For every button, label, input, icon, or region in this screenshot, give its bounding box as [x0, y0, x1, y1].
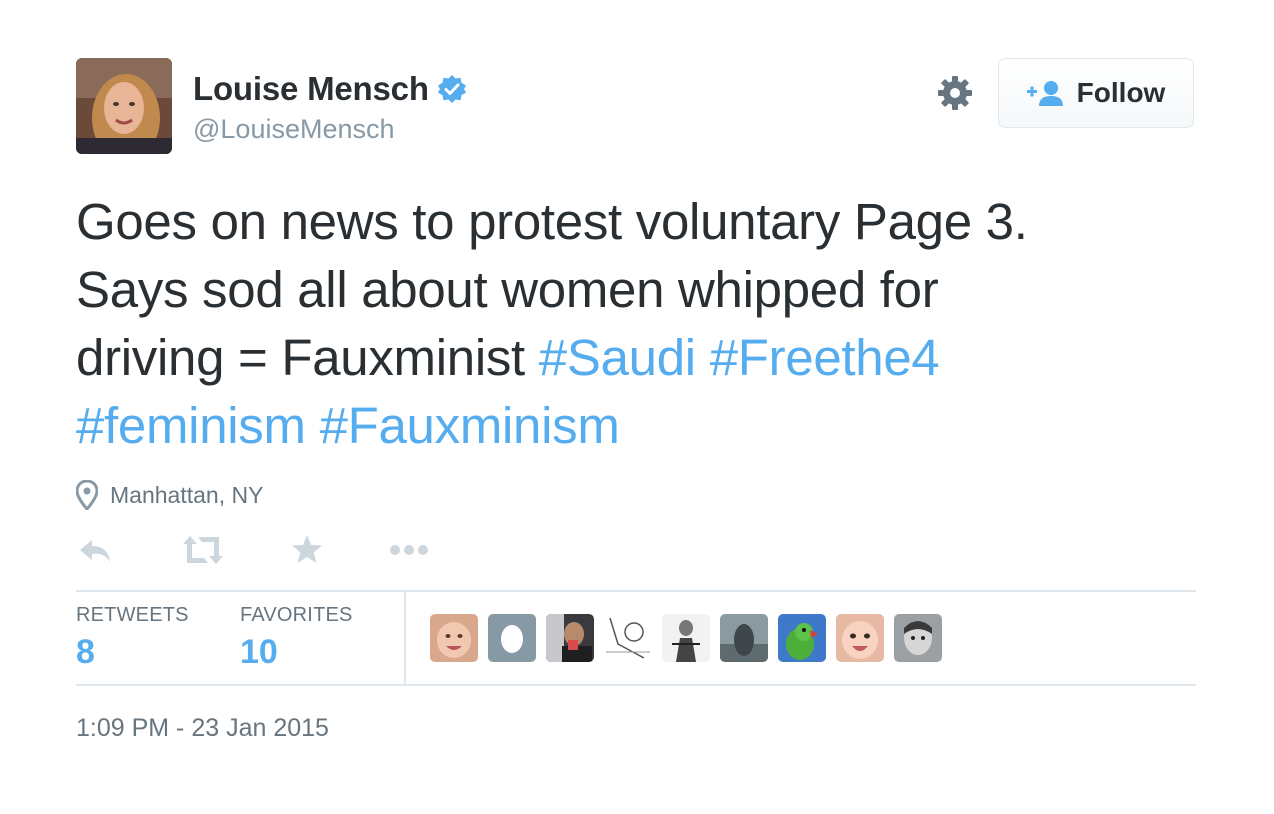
- add-user-icon: [1026, 79, 1065, 107]
- divider: [76, 590, 1196, 592]
- hashtag-link[interactable]: #feminism: [76, 397, 306, 454]
- tweet-location[interactable]: Manhattan, NY: [75, 479, 264, 512]
- reply-icon[interactable]: [78, 532, 112, 568]
- tweet-text-line: driving = Fauxminist: [76, 329, 539, 386]
- favorites-stat[interactable]: FAVORITES 10: [240, 604, 353, 672]
- retweets-label: RETWEETS: [76, 604, 189, 626]
- tweet-text-line: Goes on news to protest voluntary Page 3…: [76, 193, 1028, 250]
- favoriter-avatar[interactable]: [604, 614, 652, 662]
- favoriter-avatar[interactable]: [430, 614, 478, 662]
- favoriter-avatar[interactable]: [662, 614, 710, 662]
- hashtag-link[interactable]: #Freethe4: [710, 329, 940, 386]
- more-dots-icon[interactable]: [388, 532, 430, 568]
- favoriter-avatar[interactable]: [836, 614, 884, 662]
- map-pin-icon: [75, 479, 99, 512]
- hashtag-link[interactable]: #Saudi: [539, 329, 696, 386]
- favoriter-avatar[interactable]: [546, 614, 594, 662]
- retweets-stat[interactable]: RETWEETS 8: [76, 604, 189, 672]
- location-label: Manhattan, NY: [110, 481, 264, 508]
- gear-icon[interactable]: [936, 74, 974, 112]
- star-icon[interactable]: [290, 532, 324, 568]
- stats-divider: [404, 592, 406, 684]
- follow-label: Follow: [1076, 77, 1166, 108]
- retweet-icon[interactable]: [182, 532, 224, 568]
- tweet-timestamp[interactable]: 1:09 PM - 23 Jan 2015: [76, 714, 329, 743]
- favoriter-avatar[interactable]: [720, 614, 768, 662]
- avatar[interactable]: [76, 58, 172, 154]
- favorites-count: 10: [240, 633, 278, 671]
- default-egg-avatar[interactable]: [488, 614, 536, 662]
- user-fullname[interactable]: Louise Mensch: [193, 70, 429, 108]
- user-handle[interactable]: @LouiseMensch: [193, 114, 395, 145]
- favorites-label: FAVORITES: [240, 604, 353, 626]
- tweet-text-line: Says sod all about women whipped for: [76, 261, 939, 318]
- favoriter-avatar[interactable]: [894, 614, 942, 662]
- retweets-count: 8: [76, 633, 95, 671]
- follow-button[interactable]: Follow: [998, 58, 1194, 128]
- hashtag-link[interactable]: #Fauxminism: [320, 397, 620, 454]
- tweet-text: Goes on news to protest voluntary Page 3…: [76, 188, 1206, 460]
- user-name-row: Louise Mensch: [193, 70, 467, 108]
- favoriter-avatar[interactable]: [778, 614, 826, 662]
- divider: [76, 684, 1196, 686]
- verified-badge-icon: [437, 74, 467, 104]
- favoriter-avatars: [430, 614, 952, 662]
